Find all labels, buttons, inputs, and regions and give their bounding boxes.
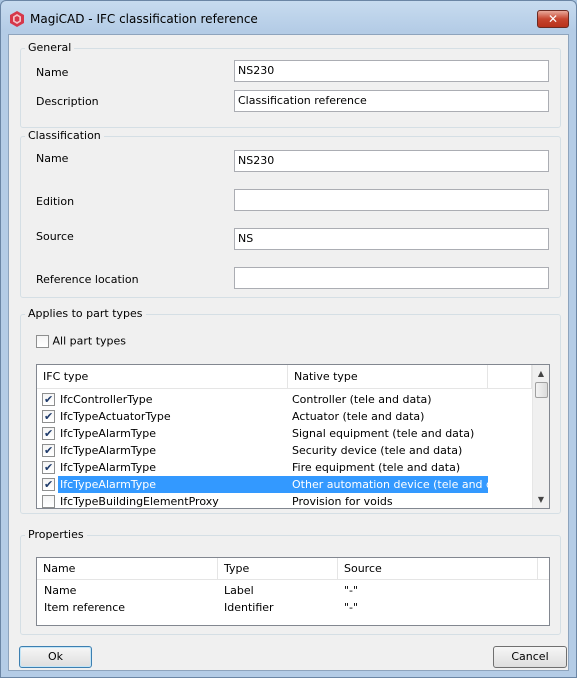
- dialog-client-area: General Name NS230 Description Classific…: [8, 34, 569, 671]
- part-type-checkbox[interactable]: [42, 495, 55, 508]
- part-type-checkbox[interactable]: [42, 459, 55, 476]
- part-type-row[interactable]: IfcTypeBuildingElementProxy Provision for…: [37, 493, 533, 508]
- ok-button[interactable]: Ok: [19, 646, 92, 668]
- edition-label: Edition: [36, 195, 75, 208]
- property-type-cell: Label: [224, 584, 254, 597]
- part-types-list[interactable]: IFC type Native type IfcControllerType Co…: [36, 364, 550, 509]
- part-type-row-highlight: IfcTypeAlarmType Signal equipment (tele a…: [58, 425, 488, 442]
- close-icon: ✕: [547, 12, 559, 26]
- part-type-row-highlight: IfcControllerType Controller (tele and da…: [58, 391, 488, 408]
- description-field[interactable]: Classification reference: [234, 90, 549, 112]
- applies-group-label: Applies to part types: [25, 307, 146, 320]
- ifc-type-cell: IfcTypeAlarmType: [60, 461, 157, 474]
- dialog-window: MagiCAD - IFC classification reference ✕…: [0, 0, 577, 678]
- column-header-native-type[interactable]: Native type: [288, 365, 488, 389]
- all-part-types-checkbox[interactable]: All part types: [36, 334, 126, 348]
- property-row[interactable]: Item reference Identifier "-": [37, 599, 549, 616]
- scroll-down-icon[interactable]: ▼: [533, 491, 549, 508]
- property-source-cell: "-": [344, 584, 359, 597]
- all-part-types-label: All part types: [52, 334, 127, 348]
- magicad-logo-icon: [10, 11, 24, 27]
- column-header-ifc-type[interactable]: IFC type: [37, 365, 288, 389]
- cancel-button[interactable]: Cancel: [493, 646, 567, 668]
- source-label: Source: [36, 230, 74, 243]
- native-type-cell: Provision for voids: [292, 495, 393, 508]
- part-type-row[interactable]: IfcControllerType Controller (tele and da…: [37, 391, 533, 408]
- part-type-row-highlight: IfcTypeBuildingElementProxy Provision for…: [58, 493, 488, 508]
- column-header-source[interactable]: Source: [338, 558, 538, 580]
- general-name-label: Name: [36, 66, 69, 79]
- part-type-checkbox[interactable]: [42, 391, 55, 408]
- property-name-cell: Name: [44, 584, 77, 597]
- part-type-row[interactable]: IfcTypeAlarmType Signal equipment (tele a…: [37, 425, 533, 442]
- scroll-thumb[interactable]: [535, 382, 548, 398]
- ifc-type-cell: IfcTypeBuildingElementProxy: [60, 495, 219, 508]
- title-bar[interactable]: MagiCAD - IFC classification reference ✕: [1, 1, 576, 35]
- all-part-types-box[interactable]: [36, 334, 49, 348]
- native-type-cell: Other automation device (tele and data): [292, 478, 516, 491]
- part-type-row[interactable]: IfcTypeAlarmType Security device (tele an…: [37, 442, 533, 459]
- part-type-checkbox[interactable]: [42, 476, 55, 493]
- scroll-up-icon[interactable]: ▲: [533, 365, 549, 382]
- part-type-row[interactable]: IfcTypeAlarmType Other automation device …: [37, 476, 533, 493]
- column-header-name[interactable]: Name: [37, 558, 218, 580]
- ifc-type-cell: IfcControllerType: [60, 393, 153, 406]
- reference-location-field[interactable]: [234, 267, 549, 289]
- native-type-cell: Security device (tele and data): [292, 444, 463, 457]
- native-type-cell: Controller (tele and data): [292, 393, 432, 406]
- part-type-row[interactable]: IfcTypeActuatorType Actuator (tele and da…: [37, 408, 533, 425]
- property-name-cell: Item reference: [44, 601, 126, 614]
- part-type-checkbox[interactable]: [42, 442, 55, 459]
- description-label: Description: [36, 95, 99, 108]
- part-type-row-highlight: IfcTypeAlarmType Fire equipment (tele and…: [58, 459, 488, 476]
- column-header-type[interactable]: Type: [218, 558, 338, 580]
- part-type-checkbox[interactable]: [42, 425, 55, 442]
- part-type-row-highlight: IfcTypeActuatorType Actuator (tele and da…: [58, 408, 488, 425]
- general-name-field[interactable]: NS230: [234, 60, 549, 82]
- part-type-row-highlight: IfcTypeAlarmType Other automation device …: [58, 476, 515, 493]
- properties-list[interactable]: Name Type Source Name Label "-" Item refere…: [36, 557, 550, 626]
- general-group-label: General: [25, 41, 75, 54]
- property-source-cell: "-": [344, 601, 359, 614]
- native-type-cell: Fire equipment (tele and data): [292, 461, 461, 474]
- part-type-row-highlight: IfcTypeAlarmType Security device (tele an…: [58, 442, 488, 459]
- column-header-empty[interactable]: [488, 365, 532, 389]
- ifc-type-cell: IfcTypeAlarmType: [60, 427, 157, 440]
- ifc-type-cell: IfcTypeAlarmType: [60, 478, 157, 491]
- ifc-type-cell: IfcTypeAlarmType: [60, 444, 157, 457]
- part-type-row[interactable]: IfcTypeAlarmType Fire equipment (tele and…: [37, 459, 533, 476]
- native-type-cell: Actuator (tele and data): [292, 410, 425, 423]
- source-field[interactable]: NS: [234, 228, 549, 250]
- classification-name-field[interactable]: NS230: [234, 150, 549, 172]
- close-button[interactable]: ✕: [537, 10, 569, 28]
- edition-field[interactable]: [234, 189, 549, 211]
- property-row[interactable]: Name Label "-": [37, 582, 549, 599]
- native-type-cell: Signal equipment (tele and data): [292, 427, 475, 440]
- reference-location-label: Reference location: [36, 273, 139, 286]
- part-types-scrollbar[interactable]: ▲ ▼: [532, 365, 549, 508]
- part-type-checkbox[interactable]: [42, 408, 55, 425]
- ifc-type-cell: IfcTypeActuatorType: [60, 410, 171, 423]
- properties-group-label: Properties: [25, 528, 87, 541]
- window-title: MagiCAD - IFC classification reference: [30, 12, 258, 26]
- properties-list-header: Name Type Source: [37, 558, 549, 580]
- property-type-cell: Identifier: [224, 601, 274, 614]
- classification-group-label: Classification: [25, 129, 104, 142]
- classification-name-label: Name: [36, 152, 69, 165]
- part-types-list-header: IFC type Native type: [37, 365, 533, 389]
